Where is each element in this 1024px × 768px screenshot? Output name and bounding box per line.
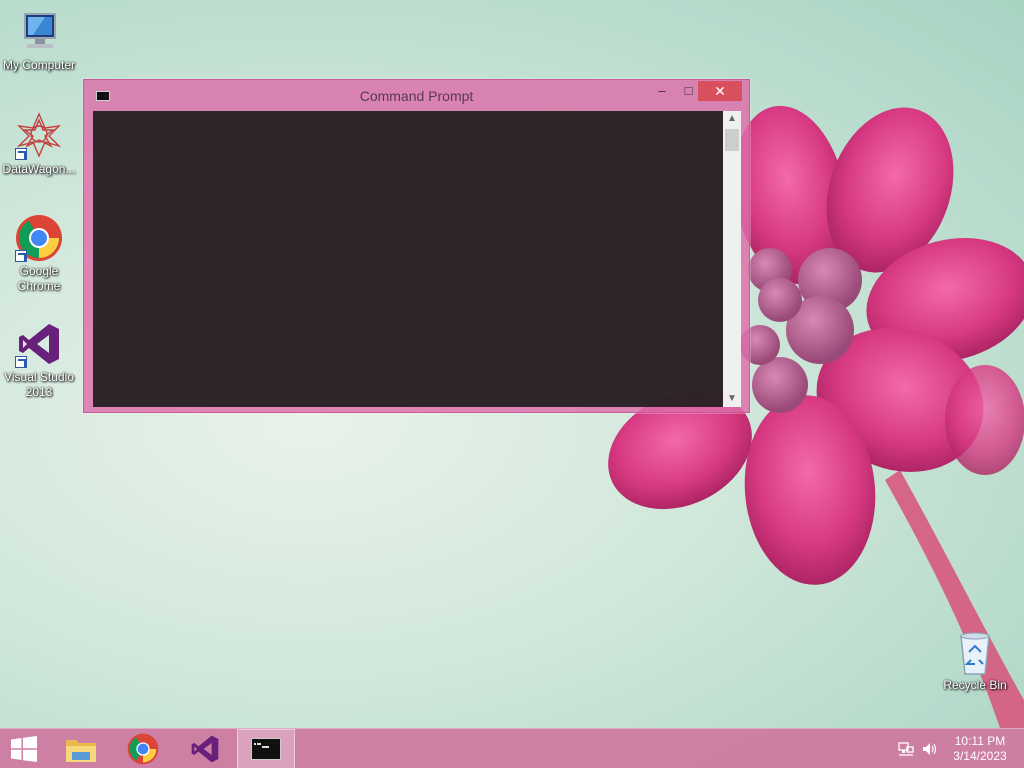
windows-logo-icon (11, 736, 37, 762)
desktop-icon-label: My Computer (2, 58, 76, 72)
desktop-icon-label: Recycle Bin (943, 678, 1007, 692)
taskbar-command-prompt[interactable] (237, 729, 295, 768)
chrome-icon (15, 214, 63, 262)
computer-icon (15, 8, 63, 56)
folder-icon (66, 740, 96, 762)
desktop-icon-google-chrome[interactable]: Google Chrome (0, 214, 78, 294)
desktop-icon-my-computer[interactable]: My Computer (0, 8, 78, 73)
visual-studio-icon (191, 735, 219, 763)
clock-date: 3/14/2023 (953, 749, 1007, 763)
shortcut-arrow-icon (15, 356, 27, 368)
volume-tray-icon[interactable] (920, 729, 940, 768)
console-icon (251, 738, 281, 760)
desktop-icon-label: Visual Studio 2013 (4, 370, 74, 399)
datawagon-icon (15, 112, 63, 160)
console-output-area[interactable] (93, 111, 723, 407)
shortcut-arrow-icon (15, 250, 27, 262)
desktop-icon-recycle-bin[interactable]: Recycle Bin (936, 630, 1014, 693)
desktop-icon-label: Google Chrome (17, 264, 61, 293)
taskbar-visual-studio[interactable] (176, 729, 234, 768)
network-tray-icon[interactable] (896, 729, 916, 768)
desktop-icon-label: DataWagon... (2, 162, 76, 176)
window-titlebar[interactable]: Command Prompt – □ ✕ (84, 80, 749, 110)
scroll-thumb[interactable] (725, 129, 739, 151)
scroll-down-arrow-icon[interactable]: ▼ (723, 391, 741, 407)
clock-time: 10:11 PM (954, 734, 1006, 748)
start-button[interactable] (0, 729, 48, 768)
command-prompt-window[interactable]: Command Prompt – □ ✕ ▲ ▼ (83, 79, 750, 413)
minimize-button[interactable]: – (649, 81, 675, 101)
taskbar: 10:11 PM 3/14/2023 (0, 728, 1024, 768)
network-icon (898, 742, 914, 756)
speaker-icon (923, 743, 937, 755)
vertical-scrollbar[interactable]: ▲ ▼ (723, 111, 741, 407)
close-button[interactable]: ✕ (698, 81, 742, 101)
chrome-icon (127, 733, 159, 765)
desktop-icon-datawagon[interactable]: DataWagon... (0, 112, 78, 177)
desktop-icon-visual-studio[interactable]: Visual Studio 2013 (0, 320, 78, 400)
taskbar-file-explorer[interactable] (52, 729, 110, 768)
visual-studio-icon (15, 320, 63, 368)
taskbar-google-chrome[interactable] (114, 729, 172, 768)
scroll-up-arrow-icon[interactable]: ▲ (723, 111, 741, 127)
recycle-bin-icon (951, 630, 999, 676)
system-clock[interactable]: 10:11 PM 3/14/2023 (940, 734, 1020, 764)
shortcut-arrow-icon (15, 148, 27, 160)
